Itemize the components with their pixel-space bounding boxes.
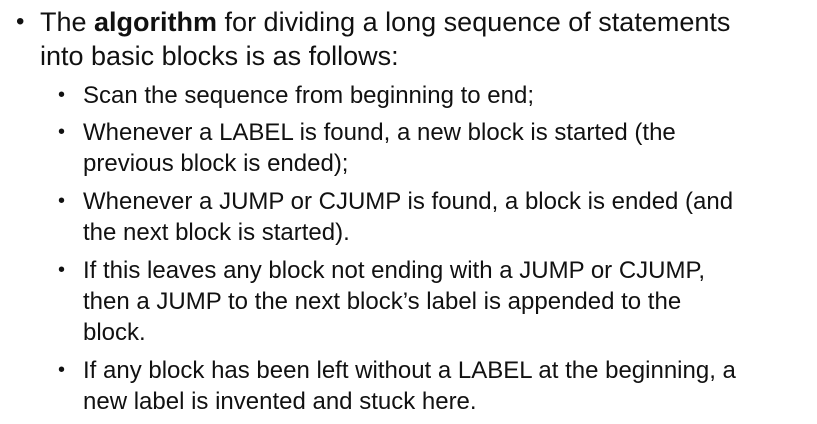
bullet-dot: •: [58, 84, 66, 106]
bullet-dot: •: [58, 259, 66, 281]
main-bullet: • The algorithm for dividing a long sequ…: [16, 5, 806, 73]
main-bullet-text: The algorithm for dividing a long sequen…: [40, 5, 730, 73]
sub-bullet: • Scan the sequence from beginning to en…: [58, 80, 808, 111]
bullet-dot: •: [58, 190, 66, 212]
slide: • The algorithm for dividing a long sequ…: [0, 0, 817, 424]
sub-bullet: • Whenever a JUMP or CJUMP is found, a b…: [58, 186, 808, 248]
bullet-dot: •: [58, 121, 66, 143]
main-bullet-emphasis: algorithm: [94, 7, 218, 37]
sub-bullet-text: Whenever a LABEL is found, a new block i…: [83, 119, 676, 177]
sub-bullet-text: If any block has been left without a LAB…: [83, 357, 736, 415]
sub-bullet: • Whenever a LABEL is found, a new block…: [58, 117, 808, 179]
bullet-dot: •: [16, 8, 25, 35]
sub-bullet: • If this leaves any block not ending wi…: [58, 255, 808, 348]
sub-bullet-text: If this leaves any block not ending with…: [83, 257, 706, 346]
sub-bullet-text: Scan the sequence from beginning to end;: [83, 82, 534, 109]
sub-bullet: • If any block has been left without a L…: [58, 355, 808, 417]
sub-bullet-text: Whenever a JUMP or CJUMP is found, a blo…: [83, 188, 734, 246]
main-bullet-text-before: The: [40, 7, 95, 37]
bullet-dot: •: [58, 359, 66, 381]
